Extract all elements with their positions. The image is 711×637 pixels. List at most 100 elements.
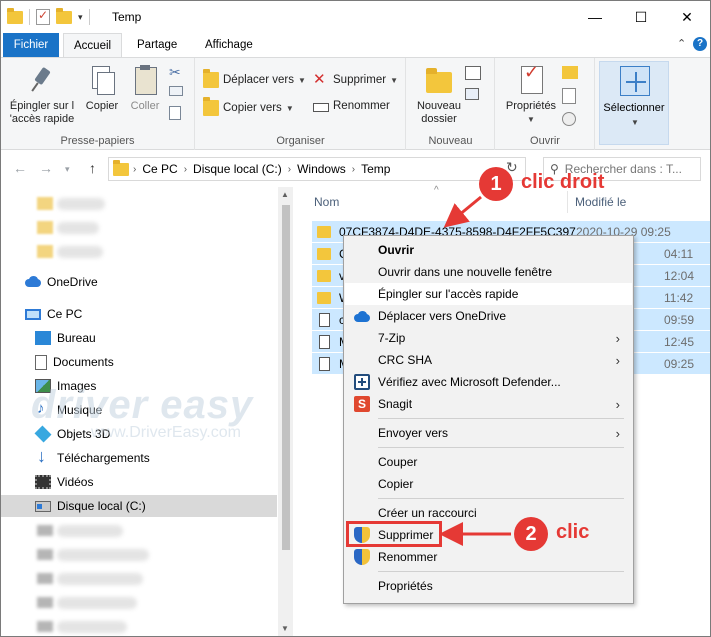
menu-item-crc-sha[interactable]: CRC SHA › [345, 349, 632, 371]
drive-icon [35, 500, 51, 512]
nav-documents[interactable]: Documents [1, 351, 277, 373]
menu-item-properties[interactable]: Propriétés [345, 575, 632, 597]
blurred-item[interactable] [57, 246, 103, 258]
tab-home[interactable]: Accueil [63, 33, 123, 58]
paste-shortcut-icon[interactable] [169, 106, 181, 120]
file-icon [319, 356, 330, 371]
nav-local-disk[interactable]: Disque local (C:) [1, 495, 277, 517]
close-button[interactable]: ✕ [664, 1, 710, 33]
tab-view[interactable]: Affichage [195, 33, 263, 57]
menu-item-pin-quick-access[interactable]: Épingler sur l'accès rapide [345, 283, 632, 305]
recent-dropdown-icon[interactable]: ▾ [65, 164, 70, 175]
blurred-item[interactable] [57, 525, 123, 537]
new-item-icon[interactable] [465, 66, 481, 80]
minimize-button[interactable]: — [572, 1, 618, 33]
maximize-button[interactable]: ☐ [618, 1, 664, 33]
forward-arrow-icon[interactable]: → [39, 160, 53, 176]
breadcrumb-this-pc[interactable]: Ce PC [142, 162, 177, 176]
help-icon[interactable]: ? [693, 37, 707, 51]
blurred-folder-icon [37, 245, 53, 258]
nav-videos[interactable]: Vidéos [1, 471, 277, 493]
nav-music[interactable]: Musique [1, 399, 277, 421]
file-icon [319, 312, 330, 327]
menu-item-defender[interactable]: Vérifiez avec Microsoft Defender... [345, 371, 632, 393]
menu-item-copy[interactable]: Copier [345, 473, 632, 495]
history-icon[interactable] [562, 112, 576, 126]
nav-3d-objects[interactable]: Objets 3D [1, 423, 277, 445]
scroll-up-icon[interactable]: ▲ [281, 190, 289, 199]
step-badge-2: 2 [514, 517, 548, 551]
blurred-item[interactable] [57, 597, 137, 609]
blurred-item[interactable] [57, 222, 99, 234]
move-folder-icon [203, 69, 219, 88]
menu-label: Couper [378, 455, 418, 469]
nav-label: Documents [53, 355, 114, 369]
scroll-down-icon[interactable]: ▼ [281, 624, 289, 633]
copy-to-button[interactable]: Copier vers ▼ [203, 97, 294, 116]
menu-item-rename[interactable]: Renommer [345, 546, 632, 568]
nav-this-pc[interactable]: Ce PC [1, 303, 277, 325]
menu-item-open[interactable]: Ouvrir [345, 239, 632, 261]
qat-dropdown-icon[interactable]: ▾ [78, 12, 83, 23]
paste-button[interactable]: Coller [125, 62, 165, 113]
breadcrumb-local-disk[interactable]: Disque local (C:) [193, 162, 282, 176]
address-bar[interactable]: › Ce PC › Disque local (C:) › Windows › … [108, 157, 526, 181]
folder-icon [317, 291, 331, 304]
properties-ribbon-button[interactable]: Propriétés ▼ [500, 62, 562, 126]
open-icon[interactable] [562, 66, 578, 79]
nav-onedrive[interactable]: OneDrive [1, 271, 277, 293]
group-label: Nouveau [428, 135, 473, 147]
blurred-item[interactable] [57, 621, 127, 633]
file-icon [319, 334, 330, 349]
new-folder-button[interactable]: Nouveau dossier [411, 62, 467, 126]
chevron-right-icon[interactable]: › [288, 164, 291, 175]
move-to-button[interactable]: Déplacer vers ▼ [203, 69, 306, 88]
context-menu: Ouvrir Ouvrir dans une nouvelle fenêtre … [343, 235, 634, 604]
copy-path-icon[interactable] [169, 86, 183, 96]
onedrive-icon [25, 275, 41, 289]
chevron-right-icon[interactable]: › [184, 164, 187, 175]
pin-quick-access-button[interactable]: Épingler sur l 'accès rapide [7, 62, 77, 126]
menu-item-snagit[interactable]: S Snagit › [345, 393, 632, 415]
menu-item-7zip[interactable]: 7-Zip › [345, 327, 632, 349]
chevron-right-icon[interactable]: › [133, 164, 136, 175]
easy-access-icon[interactable] [465, 88, 479, 100]
new-folder-icon[interactable] [56, 7, 72, 24]
column-header-name[interactable]: Nom [314, 195, 339, 209]
paste-label: Coller [130, 100, 160, 112]
delete-ribbon-button[interactable]: ✕ Supprimer ▼ [313, 72, 398, 88]
column-header-modified[interactable]: Modifié le [575, 195, 626, 209]
nav-desktop[interactable]: Bureau [1, 327, 277, 349]
menu-item-cut[interactable]: Couper [345, 451, 632, 473]
nav-scrollbar[interactable]: ▲ ▼ [278, 187, 293, 636]
menu-item-open-new-window[interactable]: Ouvrir dans une nouvelle fenêtre [345, 261, 632, 283]
nav-downloads[interactable]: Téléchargements [1, 446, 277, 469]
pin-icon [26, 64, 58, 96]
menu-label: Épingler sur l'accès rapide [378, 287, 519, 301]
breadcrumb-windows[interactable]: Windows [297, 162, 346, 176]
menu-item-send-to[interactable]: Envoyer vers › [345, 422, 632, 444]
select-button[interactable]: Sélectionner ▼ [599, 61, 669, 145]
tab-share[interactable]: Partage [127, 33, 187, 57]
blurred-folder-icon [37, 197, 53, 210]
up-arrow-icon[interactable]: ↑ [89, 160, 96, 176]
edit-icon[interactable] [562, 88, 576, 104]
rename-ribbon-button[interactable]: Renommer [313, 100, 390, 112]
new-folder-label-2: dossier [421, 113, 457, 125]
breadcrumb-temp[interactable]: Temp [361, 162, 390, 176]
computer-icon [25, 308, 41, 320]
menu-item-move-onedrive[interactable]: Déplacer vers OneDrive [345, 305, 632, 327]
blurred-item[interactable] [57, 549, 149, 561]
column-divider[interactable] [567, 191, 568, 213]
properties-icon[interactable] [36, 8, 50, 25]
blurred-item[interactable] [57, 198, 105, 210]
cut-icon[interactable]: ✂ [169, 64, 181, 81]
tab-file[interactable]: Fichier [3, 33, 59, 57]
copy-button[interactable]: Copier [81, 62, 123, 113]
blurred-item[interactable] [57, 573, 143, 585]
chevron-right-icon[interactable]: › [352, 164, 355, 175]
nav-images[interactable]: Images [1, 375, 277, 397]
nav-scroll-thumb[interactable] [282, 205, 290, 550]
back-arrow-icon[interactable]: ← [13, 160, 27, 176]
ribbon-collapse-icon[interactable]: ⌃ [677, 37, 686, 50]
